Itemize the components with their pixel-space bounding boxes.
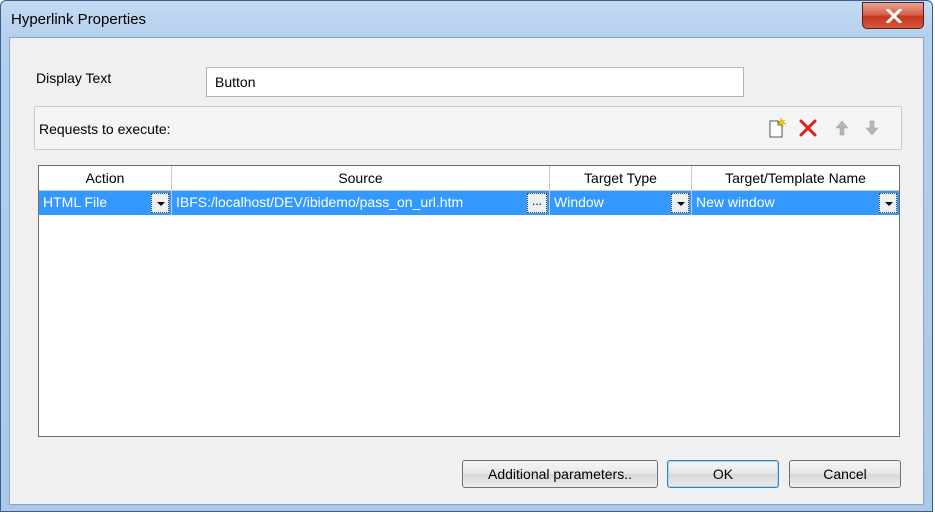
delete-icon[interactable] [797,117,819,139]
move-up-icon[interactable] [831,117,853,139]
window-title: Hyperlink Properties [11,11,147,28]
display-text-label: Display Text [36,70,112,86]
ok-button[interactable]: OK [667,460,779,488]
title-bar[interactable]: Hyperlink Properties [1,1,932,37]
source-cell[interactable]: IBFS:/localhost/DEV/ibidemo/pass_on_url.… [172,191,550,215]
action-value: HTML File [43,194,108,210]
target-type-dropdown-button[interactable] [671,193,689,213]
target-name-cell[interactable]: New window [692,191,899,215]
column-header-target-name[interactable]: Target/Template Name [692,166,899,190]
move-down-icon[interactable] [861,117,883,139]
new-request-icon[interactable] [765,117,787,139]
browse-source-button[interactable]: ... [527,193,547,213]
target-name-value: New window [696,194,775,210]
source-value: IBFS:/localhost/DEV/ibidemo/pass_on_url.… [176,194,464,210]
requests-label: Requests to execute: [39,121,171,137]
additional-parameters-button[interactable]: Additional parameters.. [462,460,658,488]
cancel-button[interactable]: Cancel [789,460,901,488]
requests-toolbar: Requests to execute: [34,106,902,150]
table-row[interactable]: HTML File IBFS:/localhost/DEV/ibidemo/pa… [39,191,899,215]
close-icon [886,9,902,23]
target-type-value: Window [554,194,604,210]
target-name-dropdown-button[interactable] [879,193,897,213]
table-header: Action Source Target Type Target/Templat… [39,166,899,191]
display-text-input[interactable]: Button [206,67,744,97]
column-header-source[interactable]: Source [172,166,550,190]
dialog-body: Display Text Button Requests to execute:… [9,37,924,505]
column-header-action[interactable]: Action [39,166,172,190]
dialog-window: Hyperlink Properties Display Text Button… [0,0,933,512]
close-button[interactable] [862,2,924,29]
action-dropdown-button[interactable] [151,193,169,213]
requests-table[interactable]: Action Source Target Type Target/Templat… [38,165,900,437]
column-header-target-type[interactable]: Target Type [550,166,692,190]
